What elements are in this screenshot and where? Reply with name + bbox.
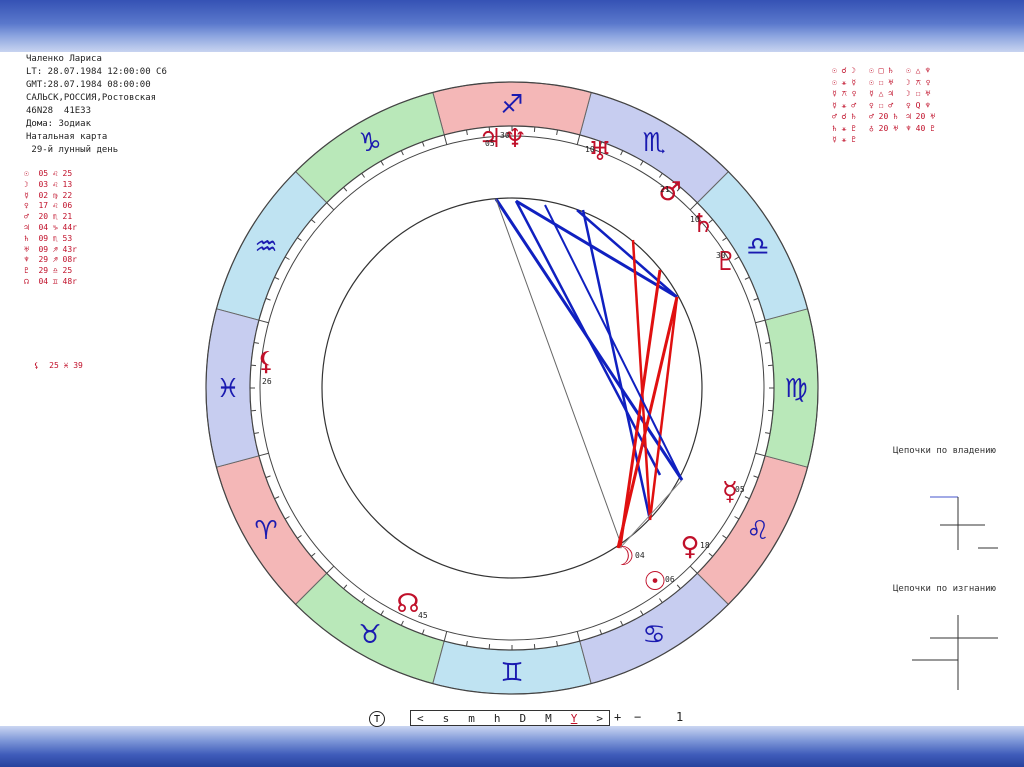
planet-degree-label: 10 [585, 145, 595, 154]
planet-degree-label: 05 [735, 485, 745, 494]
zodiac-sign-glyph: ♒ [254, 232, 277, 262]
planet-degree-label: 26 [262, 377, 272, 386]
planet-degree-label: 21 [660, 185, 670, 194]
unit-minutes[interactable]: m [468, 712, 475, 725]
zodiac-sign-glyph: ♎ [746, 232, 769, 262]
unit-seconds[interactable]: s [443, 712, 450, 725]
planet-glyph-wheel: ♀ [680, 532, 699, 562]
transit-button[interactable]: T [369, 711, 385, 727]
unit-months[interactable]: M [545, 712, 552, 725]
zodiac-sign-glyph: ♈ [254, 516, 277, 546]
zodiac-sign-glyph: ♍ [784, 374, 807, 404]
planet-glyph-wheel: ☊ [396, 589, 419, 619]
zodiac-sign-glyph: ♋ [642, 620, 665, 650]
zodiac-sign-glyph: ♓ [216, 374, 239, 404]
zodiac-sign-glyph: ♐ [500, 90, 523, 120]
unit-years[interactable]: Y [571, 712, 578, 725]
planet-degree-label: 06 [665, 575, 675, 584]
planet-glyph-wheel: ♄ [691, 209, 714, 239]
planet-degree-label: 45 [418, 611, 428, 620]
time-step-bar: < s m h D M Y > [410, 710, 610, 726]
plus-button[interactable]: + [614, 710, 621, 724]
zodiac-sign-glyph: ♑ [358, 128, 381, 158]
planet-degree-label: 05 [485, 139, 495, 148]
planet-degree-label: 30 [716, 251, 726, 260]
planet-degree-label: 04 [635, 551, 645, 560]
step-forward-button[interactable]: > [596, 712, 603, 725]
zodiac-sign-glyph: ♉ [358, 620, 381, 650]
planet-glyph-wheel: ☉ [643, 567, 666, 597]
zodiac-sign-glyph: ♌ [746, 516, 769, 546]
minus-button[interactable]: − [634, 710, 641, 724]
planet-degree-label: 18 [700, 541, 710, 550]
planet-degree-label: 30 [500, 131, 510, 140]
planet-glyph-wheel: ⚸ [256, 347, 275, 377]
planet-glyph-wheel: ☽ [611, 542, 634, 572]
planet-degree-label: 10 [690, 215, 700, 224]
unit-hours[interactable]: h [494, 712, 501, 725]
zodiac-sign-glyph: ♊ [500, 658, 523, 688]
step-value: 1 [676, 710, 684, 724]
natal-wheel: ♈♉♊♋♌♍♎♏♐♑♒♓♃05 ♆30♅10♂21♄10♇30⚸26☿05♀ 18☉… [205, 81, 998, 695]
unit-days[interactable]: D [520, 712, 527, 725]
zodiac-sign-glyph: ♏ [642, 128, 665, 158]
step-back-button[interactable]: < [417, 712, 424, 725]
